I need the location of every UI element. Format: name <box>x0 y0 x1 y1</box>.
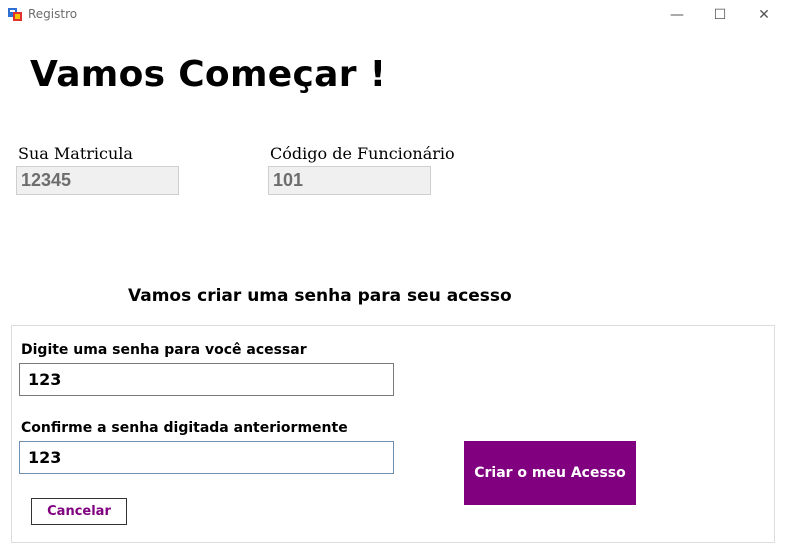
close-button[interactable]: ✕ <box>741 0 785 30</box>
create-access-button[interactable]: Criar o meu Acesso <box>464 441 636 505</box>
matricula-field: 12345 <box>16 166 179 195</box>
codigo-funcionario-field: 101 <box>268 166 431 195</box>
matricula-label: Sua Matricula <box>18 144 133 163</box>
confirm-password-label: Confirme a senha digitada anteriormente <box>21 420 348 436</box>
password-section-title: Vamos criar uma senha para seu acesso <box>128 286 512 306</box>
maximize-icon: ☐ <box>713 7 727 23</box>
minimize-icon: — <box>670 7 684 23</box>
app-form-icon <box>8 8 22 21</box>
confirm-password-input[interactable] <box>19 441 394 474</box>
title-bar: Registro — ☐ ✕ <box>0 0 785 30</box>
password-label: Digite uma senha para você acessar <box>21 342 307 358</box>
page-title: Vamos Começar ! <box>30 54 387 95</box>
cancel-button[interactable]: Cancelar <box>31 498 127 525</box>
password-input[interactable] <box>19 363 394 396</box>
window-title: Registro <box>28 7 78 21</box>
codigo-funcionario-label: Código de Funcionário <box>270 144 455 163</box>
minimize-button[interactable]: — <box>654 0 700 30</box>
close-icon: ✕ <box>758 7 770 23</box>
maximize-button[interactable]: ☐ <box>697 0 743 30</box>
